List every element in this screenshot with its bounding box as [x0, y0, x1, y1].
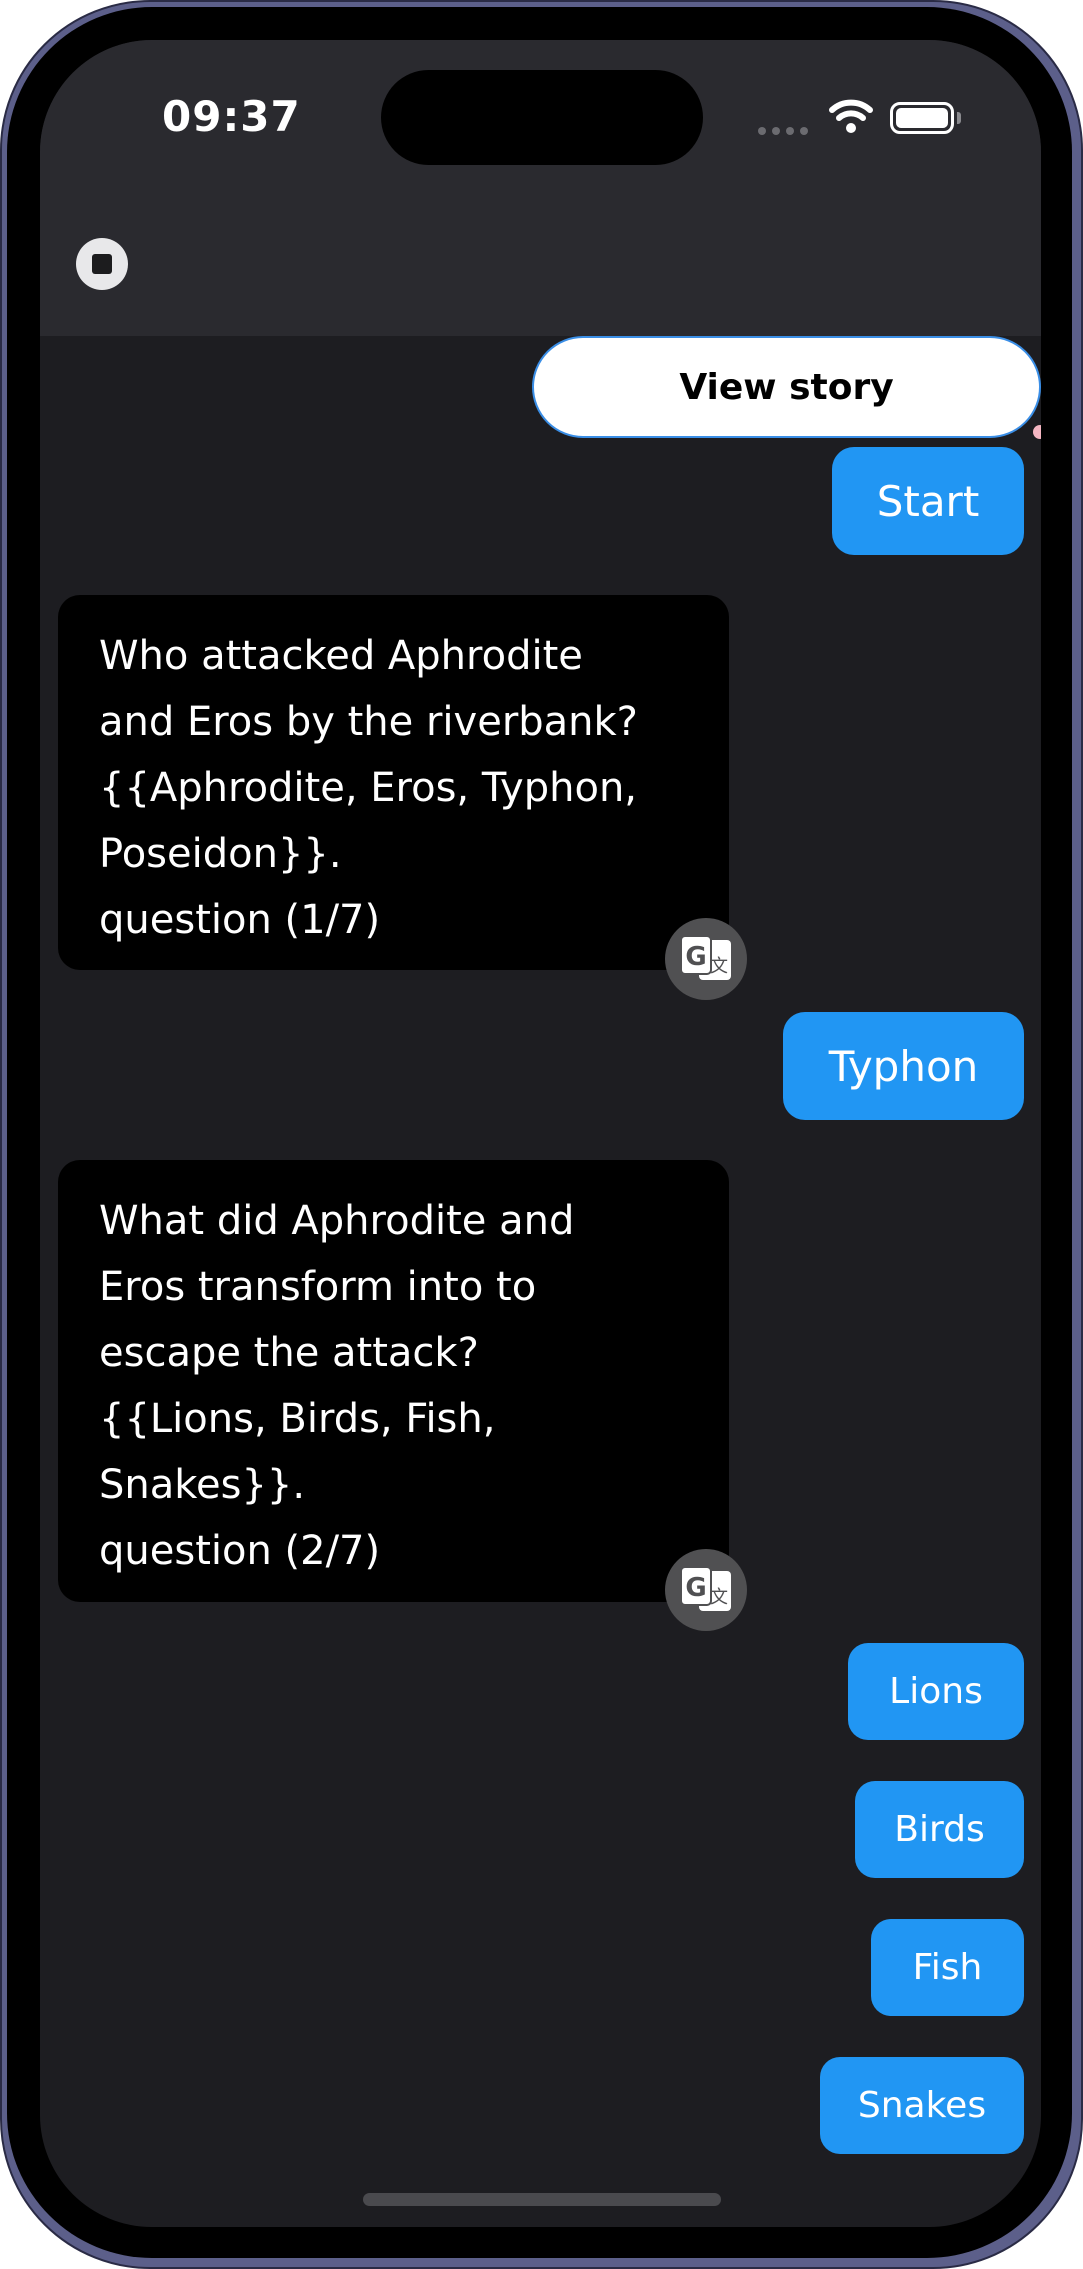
- bot-message-question-2: What did Aphrodite and Eros transform in…: [58, 1160, 729, 1602]
- message-line: question (2/7): [99, 1528, 381, 1574]
- message-line: Snakes}}.: [99, 1462, 306, 1508]
- view-story-button[interactable]: View story: [532, 336, 1041, 438]
- home-indicator[interactable]: [363, 2193, 721, 2206]
- user-message-text: Typhon: [828, 1041, 979, 1091]
- user-message-start: Start: [832, 447, 1024, 555]
- message-line: {{Lions, Birds, Fish,: [99, 1396, 496, 1442]
- screen: 09:37 View story Start Who attacked Aphr…: [40, 40, 1041, 2227]
- battery-icon: [890, 102, 954, 134]
- message-line: Poseidon}}.: [99, 831, 342, 877]
- wifi-icon: [828, 96, 874, 136]
- message-line: Who attacked Aphrodite: [99, 633, 583, 679]
- bot-message-question-1: Who attacked Aphrodite and Eros by the r…: [58, 595, 729, 970]
- option-button-birds[interactable]: Birds: [855, 1781, 1024, 1878]
- svg-text:文: 文: [710, 1587, 728, 1608]
- translate-icon: G 文: [680, 935, 731, 980]
- translate-button[interactable]: G 文: [665, 918, 747, 1000]
- svg-text:文: 文: [710, 956, 728, 977]
- message-line: escape the attack?: [99, 1330, 479, 1376]
- translate-button[interactable]: G 文: [665, 1549, 747, 1631]
- user-message-text: Start: [876, 476, 980, 526]
- option-button-lions[interactable]: Lions: [848, 1643, 1024, 1740]
- message-line: What did Aphrodite and: [99, 1198, 575, 1244]
- top-bar: 09:37: [40, 40, 1041, 336]
- svg-text:G: G: [685, 942, 706, 972]
- cellular-signal-icon: [758, 124, 810, 136]
- status-time: 09:37: [162, 92, 301, 141]
- svg-text:G: G: [685, 1573, 706, 1603]
- translate-icon: G 文: [680, 1566, 731, 1611]
- notification-dot: [1033, 425, 1041, 439]
- battery-tip: [957, 112, 961, 124]
- option-button-snakes[interactable]: Snakes: [820, 2057, 1024, 2154]
- message-line: Eros transform into to: [99, 1264, 537, 1310]
- message-line: and Eros by the riverbank?: [99, 699, 638, 745]
- stop-icon: [92, 254, 112, 274]
- message-line: {{Aphrodite, Eros, Typhon,: [99, 765, 638, 811]
- user-message-answer-1: Typhon: [783, 1012, 1024, 1120]
- option-button-fish[interactable]: Fish: [871, 1919, 1024, 2016]
- message-line: question (1/7): [99, 897, 381, 943]
- stop-button[interactable]: [76, 238, 128, 290]
- dynamic-island: [381, 70, 703, 165]
